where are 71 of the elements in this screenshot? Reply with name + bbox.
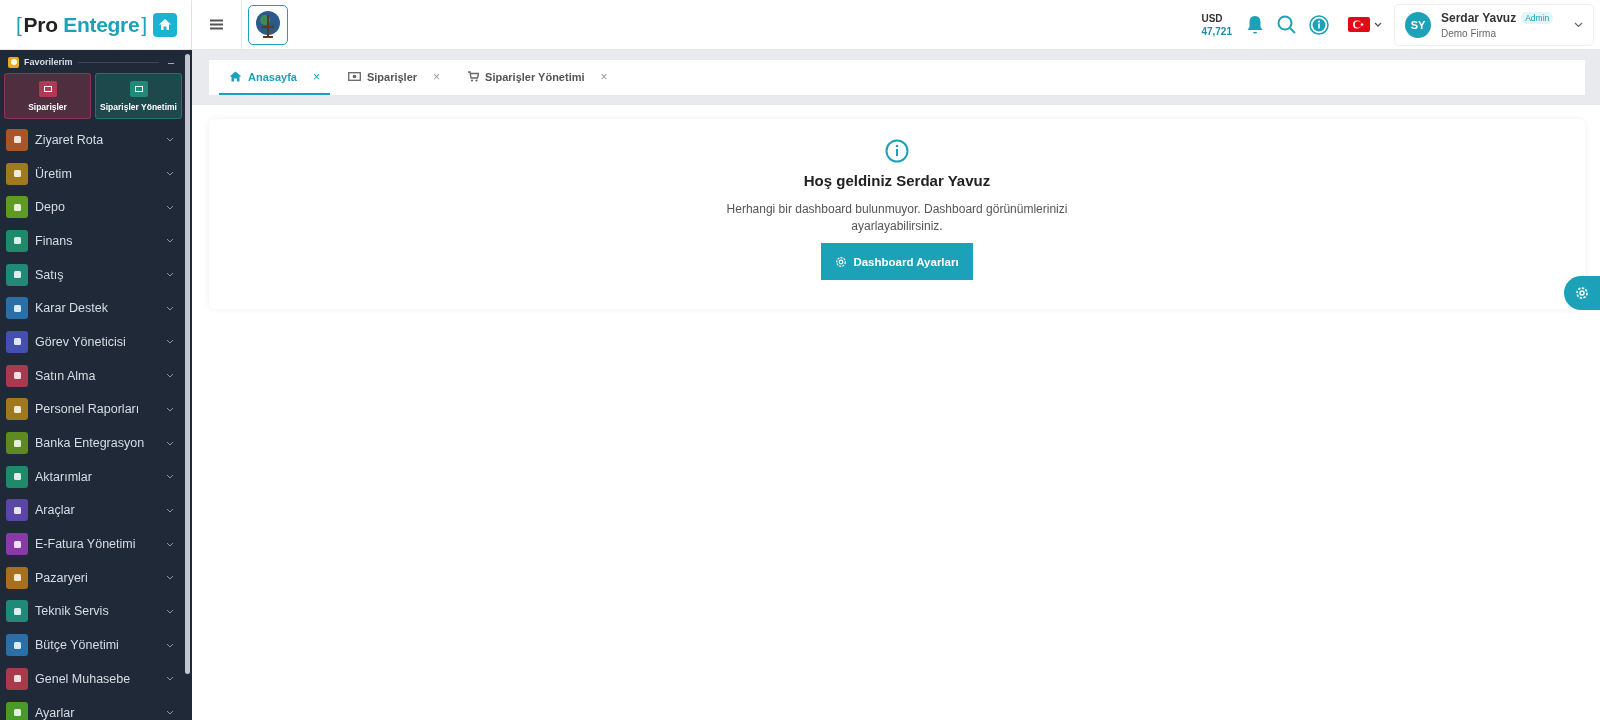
favorite-shortcut[interactable]: Siparişler Yönetimi (95, 73, 182, 119)
home-icon (158, 18, 172, 31)
brand-logo: [Pro Entegre] (16, 12, 147, 37)
menu-item[interactable]: Depo (4, 190, 182, 225)
menu-item[interactable]: Araçlar (4, 493, 182, 528)
favorite-shortcut[interactable]: Siparişler (4, 73, 91, 119)
flag-icon (1348, 17, 1370, 32)
chevron-icon (166, 171, 174, 177)
menu-item[interactable]: E-Fatura Yönetimi (4, 527, 182, 561)
welcome-message: Herhangi bir dashboard bulunmuyor. Dashboard görünümlerinizi ayarlayabilirsiniz. (725, 201, 1069, 235)
menu-item[interactable]: Aktarımlar (4, 459, 182, 494)
settings-button[interactable] (1564, 276, 1600, 310)
search-icon[interactable] (1277, 15, 1296, 34)
menu-item[interactable]: Finans (4, 224, 182, 258)
settings-icon (835, 255, 848, 268)
user-name: Serdar Yavuz (1441, 10, 1517, 25)
home-icon (229, 71, 242, 82)
chevron-icon (166, 710, 174, 716)
chevron-icon (166, 406, 174, 412)
welcome-title: Hoş geldiniz Serdar Yavuz (803, 172, 991, 189)
language-selector[interactable] (1348, 17, 1382, 32)
chevron-icon (166, 305, 174, 311)
menu-item[interactable]: Bütçe Yönetimi (4, 628, 182, 662)
star-icon (8, 56, 19, 68)
chevron-icon (166, 440, 174, 446)
user-menu[interactable]: SY Serdar Yavuz Admin Demo Firma (1394, 3, 1594, 46)
cart-icon (468, 71, 480, 82)
info-icon[interactable] (1309, 14, 1329, 35)
chevron-icon (166, 642, 174, 648)
chevron-icon (166, 474, 174, 480)
menu-item[interactable]: Karar Destek (4, 291, 182, 326)
chevron-icon (166, 204, 174, 210)
chevron-icon (166, 507, 174, 513)
banknote-icon (347, 72, 361, 81)
info-icon (885, 139, 909, 163)
menu-item[interactable]: Personel Raporları (4, 392, 182, 427)
chevron-icon (166, 238, 174, 244)
chevron-icon (166, 272, 174, 278)
chevron-icon (166, 339, 174, 345)
menu-item[interactable]: Pazaryeri (4, 560, 182, 595)
tab[interactable]: Siparişler Yönetimi × (458, 60, 618, 95)
settings-icon (1575, 286, 1589, 300)
menu-item[interactable]: Ayarlar (4, 695, 182, 720)
menu-item[interactable]: Satış (4, 257, 182, 292)
menu-item[interactable]: Üretim (4, 156, 182, 191)
company-name: Demo Firma (1441, 27, 1497, 39)
favorites-title: Favorilerim (24, 57, 73, 67)
tab[interactable]: Siparişler × (337, 60, 451, 95)
menu-item[interactable]: Teknik Servis (4, 594, 182, 629)
menu-item[interactable]: Ziyaret Rota (4, 123, 182, 157)
menu-item[interactable]: Genel Muhasebe (4, 662, 182, 696)
collapse-button[interactable]: – (163, 56, 178, 68)
chevron-icon (1374, 22, 1382, 27)
chevron-icon (166, 608, 174, 614)
menu-item[interactable]: Banka Entegrasyon (4, 426, 182, 460)
chevron-icon (166, 676, 174, 682)
chevron-icon (166, 541, 174, 547)
menu-icon (210, 19, 223, 30)
home-button[interactable] (153, 12, 177, 37)
chevron-icon (1574, 21, 1583, 28)
currency-label: USD (1201, 12, 1224, 24)
chevron-icon (166, 137, 174, 143)
chevron-icon (166, 373, 174, 379)
role-badge: Admin (1521, 11, 1554, 24)
user-avatar: SY (1405, 11, 1431, 38)
menu-item[interactable]: Görev Yöneticisi (4, 325, 182, 359)
notification-icon[interactable] (1246, 14, 1264, 35)
menu-item[interactable]: Satın Alma (4, 358, 182, 393)
chevron-icon (166, 575, 174, 581)
company-logo[interactable] (248, 4, 288, 45)
exchange-rate: 47,721 (1201, 25, 1232, 37)
